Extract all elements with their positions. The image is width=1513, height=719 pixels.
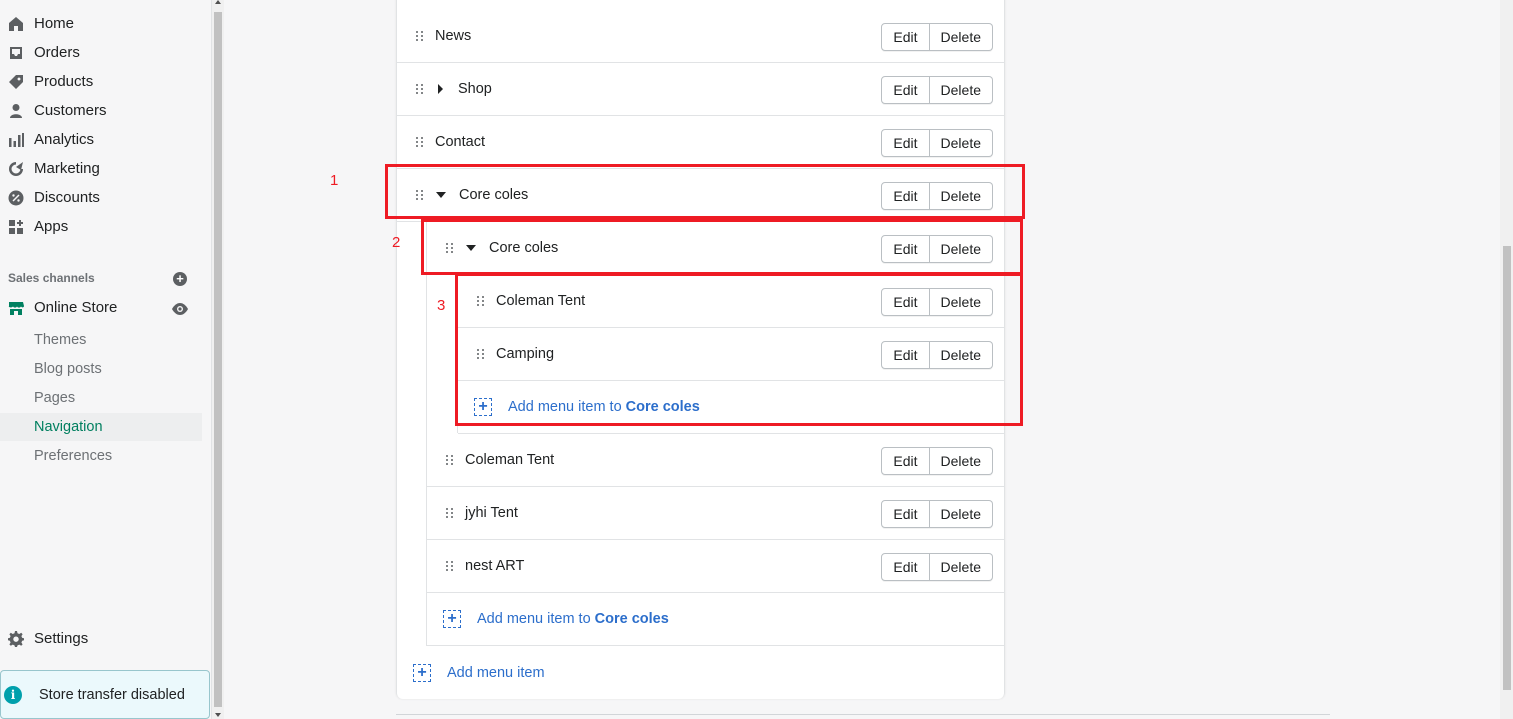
row-actions: Edit Delete — [881, 76, 993, 104]
delete-button[interactable]: Delete — [929, 23, 993, 51]
sidebar-item-home[interactable]: Home — [0, 9, 210, 38]
sidebar-item-marketing[interactable]: Marketing — [0, 154, 210, 183]
row-actions: Edit Delete — [881, 129, 993, 157]
bar-chart-icon — [8, 132, 24, 148]
sales-channels-heading: Sales channels — [8, 271, 95, 285]
annotation-box-2 — [421, 219, 1023, 275]
annotation-box-3 — [455, 273, 1023, 426]
sidebar-item-label: Discounts — [34, 189, 100, 206]
sidebar-subitem-preferences[interactable]: Preferences — [0, 442, 202, 470]
menu-item-row[interactable]: nest ART Edit Delete — [427, 540, 1004, 593]
sidebar-item-label: Orders — [34, 44, 80, 61]
sidebar-item-label: Analytics — [34, 131, 95, 148]
sidebar: Home Orders Products Customers Analytics… — [0, 0, 212, 719]
sidebar-item-label: Online Store — [34, 299, 118, 316]
row-actions: Edit Delete — [881, 500, 993, 528]
edit-button[interactable]: Edit — [881, 129, 930, 157]
add-item-icon[interactable]: + — [413, 663, 431, 682]
caret-right-icon[interactable] — [438, 84, 443, 94]
sidebar-subitem-label: Pages — [34, 390, 76, 406]
info-icon: i — [4, 686, 22, 704]
sidebar-subitem-themes[interactable]: Themes — [0, 326, 202, 354]
eye-icon[interactable] — [171, 302, 189, 316]
sidebar-scrollbar[interactable] — [212, 0, 224, 719]
add-menu-item-to-link[interactable]: Add menu item to Core coles — [477, 611, 669, 627]
edit-button[interactable]: Edit — [881, 500, 930, 528]
menu-item-row[interactable]: Contact Edit Delete — [397, 116, 1004, 169]
main-scrollbar[interactable] — [1500, 0, 1513, 719]
annotation-number-2: 2 — [392, 234, 401, 251]
annotation-number-1: 1 — [330, 172, 339, 189]
menu-item-row[interactable]: News Edit Delete — [397, 10, 1004, 63]
annotation-number-3: 3 — [437, 297, 446, 314]
add-link-prefix: Add menu item to — [477, 611, 595, 627]
tag-icon — [8, 74, 24, 90]
row-actions: Edit Delete — [881, 23, 993, 51]
add-menu-item-row[interactable]: + Add menu item — [397, 646, 1004, 699]
sidebar-item-label: Customers — [34, 102, 107, 119]
sidebar-item-apps[interactable]: Apps — [0, 212, 210, 241]
sidebar-item-discounts[interactable]: Discounts — [0, 183, 210, 212]
sidebar-item-label: Products — [34, 73, 94, 90]
sidebar-subitem-pages[interactable]: Pages — [0, 384, 202, 412]
delete-button[interactable]: Delete — [929, 447, 993, 475]
edit-button[interactable]: Edit — [881, 23, 930, 51]
sidebar-item-analytics[interactable]: Analytics — [0, 125, 210, 154]
add-menu-item-link[interactable]: Add menu item — [447, 665, 545, 681]
delete-button[interactable]: Delete — [929, 553, 993, 581]
scrollbar-thumb[interactable] — [214, 12, 222, 707]
menu-item-row[interactable]: Coleman Tent Edit Delete — [427, 434, 1004, 487]
edit-button[interactable]: Edit — [881, 553, 930, 581]
store-transfer-banner: i Store transfer disabled — [0, 670, 210, 719]
drag-handle-icon[interactable] — [413, 29, 427, 43]
sidebar-subitem-label: Navigation — [34, 419, 103, 435]
drag-handle-icon[interactable] — [443, 506, 457, 520]
add-item-icon[interactable]: + — [443, 610, 461, 628]
row-actions: Edit Delete — [881, 553, 993, 581]
add-link-target: Core coles — [594, 611, 669, 627]
discount-icon — [8, 190, 24, 206]
orders-icon — [8, 45, 24, 61]
delete-button[interactable]: Delete — [929, 129, 993, 157]
sidebar-item-label: Home — [34, 15, 75, 32]
sidebar-item-label: Apps — [34, 218, 69, 235]
sidebar-subitem-label: Preferences — [34, 448, 113, 464]
drag-handle-icon[interactable] — [413, 135, 427, 149]
apps-icon — [8, 219, 24, 235]
sidebar-subitem-navigation[interactable]: Navigation — [0, 413, 202, 441]
drag-handle-icon[interactable] — [413, 82, 427, 96]
sidebar-item-settings[interactable]: Settings — [0, 624, 210, 653]
section-divider — [396, 714, 1330, 715]
sidebar-item-label: Settings — [34, 630, 89, 647]
sidebar-subitem-blog-posts[interactable]: Blog posts — [0, 355, 202, 383]
sidebar-item-customers[interactable]: Customers — [0, 96, 210, 125]
store-transfer-text: Store transfer disabled — [39, 686, 185, 703]
add-sales-channel-icon[interactable]: + — [173, 272, 187, 286]
sidebar-subitem-label: Blog posts — [34, 361, 102, 377]
drag-handle-icon[interactable] — [443, 453, 457, 467]
edit-button[interactable]: Edit — [881, 447, 930, 475]
scrollbar-thumb[interactable] — [1503, 246, 1511, 690]
drag-handle-icon[interactable] — [443, 559, 457, 573]
store-icon — [8, 300, 24, 316]
annotation-box-1 — [385, 164, 1025, 219]
sidebar-subitem-label: Themes — [34, 332, 87, 348]
sidebar-item-products[interactable]: Products — [0, 67, 210, 96]
menu-item-row[interactable]: Shop Edit Delete — [397, 63, 1004, 116]
sidebar-item-orders[interactable]: Orders — [0, 38, 210, 67]
add-menu-item-to-row[interactable]: + Add menu item to Core coles — [427, 593, 1004, 646]
edit-button[interactable]: Edit — [881, 76, 930, 104]
scroll-up-arrow-icon[interactable] — [215, 0, 221, 4]
gear-icon — [8, 630, 24, 647]
delete-button[interactable]: Delete — [929, 76, 993, 104]
home-icon — [8, 16, 24, 32]
target-icon — [8, 161, 24, 177]
menu-item-row[interactable]: jyhi Tent Edit Delete — [427, 487, 1004, 540]
scroll-down-arrow-icon[interactable] — [215, 713, 221, 717]
sidebar-item-label: Marketing — [34, 160, 100, 177]
row-actions: Edit Delete — [881, 447, 993, 475]
delete-button[interactable]: Delete — [929, 500, 993, 528]
person-icon — [8, 103, 24, 119]
